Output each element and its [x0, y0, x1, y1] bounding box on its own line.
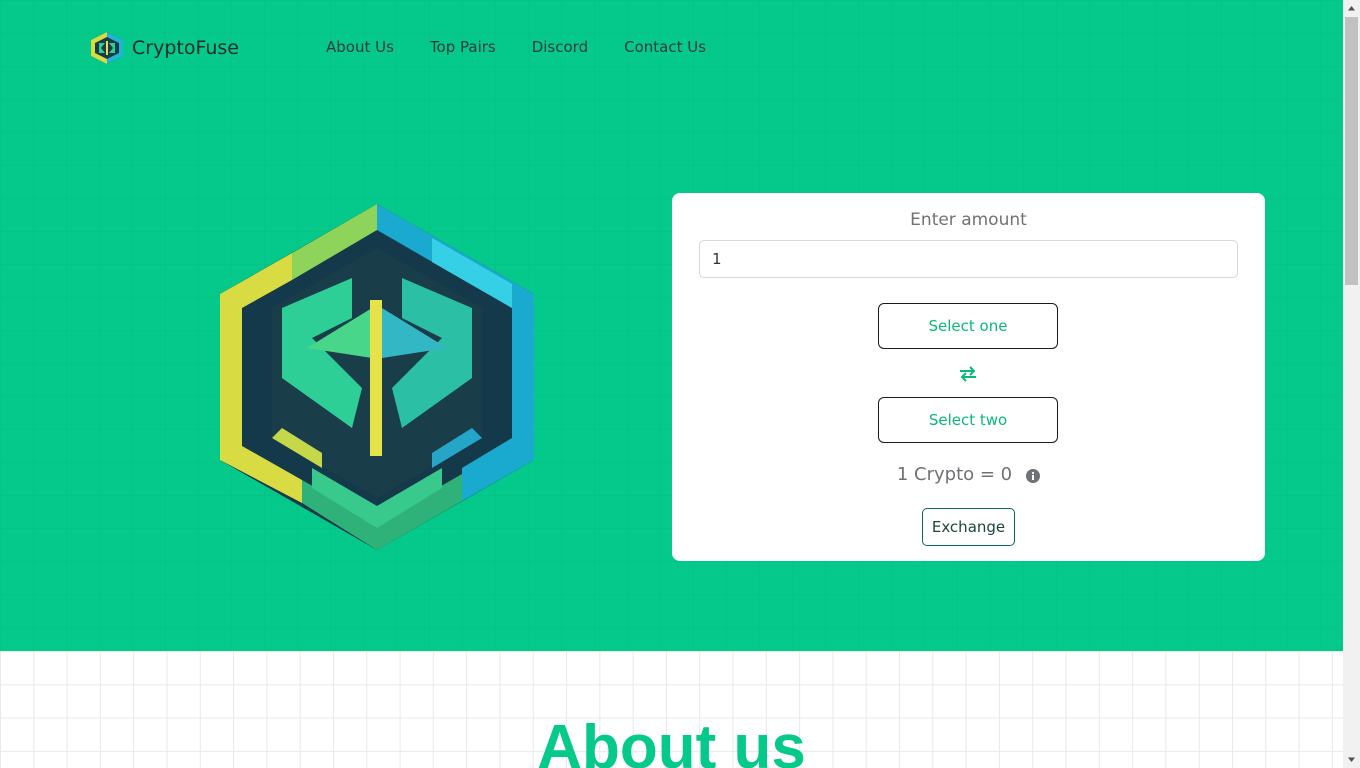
exchange-card: Enter amount Select one Select two 1 Cry… [672, 193, 1265, 561]
brand-name: CryptoFuse [132, 37, 239, 59]
nav-links: About Us Top Pairs Discord Contact Us [326, 38, 742, 56]
page: CryptoFuse About Us Top Pairs Discord Co… [0, 0, 1343, 768]
scroll-up-arrow-icon[interactable] [1343, 0, 1360, 17]
brand-link[interactable]: CryptoFuse [88, 31, 239, 65]
swap-arrows-icon[interactable] [958, 365, 978, 383]
hero-section: CryptoFuse About Us Top Pairs Discord Co… [0, 0, 1343, 651]
about-section: About us [0, 651, 1343, 768]
nav-about-us[interactable]: About Us [326, 38, 394, 56]
nav-top-pairs[interactable]: Top Pairs [430, 38, 496, 56]
info-circle-icon[interactable] [1026, 468, 1041, 483]
select-one-button[interactable]: Select one [878, 303, 1058, 349]
amount-input[interactable] [699, 240, 1238, 278]
nav-discord[interactable]: Discord [532, 38, 588, 56]
cryptofuse-logo-icon [91, 32, 123, 64]
nav-contact-us[interactable]: Contact Us [624, 38, 706, 56]
amount-label: Enter amount [910, 210, 1027, 230]
navbar: CryptoFuse About Us Top Pairs Discord Co… [0, 0, 1343, 96]
cryptofuse-hexagon-logo [220, 204, 534, 550]
scrollbar-thumb[interactable] [1345, 17, 1358, 285]
about-title: About us [537, 713, 806, 768]
rate-text: 1 Crypto = 0 [896, 464, 1013, 485]
exchange-button[interactable]: Exchange [922, 508, 1015, 546]
select-two-button[interactable]: Select two [878, 397, 1058, 443]
vertical-scrollbar[interactable] [1343, 0, 1360, 768]
scroll-down-arrow-icon[interactable] [1343, 751, 1360, 768]
rate-row: 1 Crypto = 0 [672, 464, 1265, 485]
